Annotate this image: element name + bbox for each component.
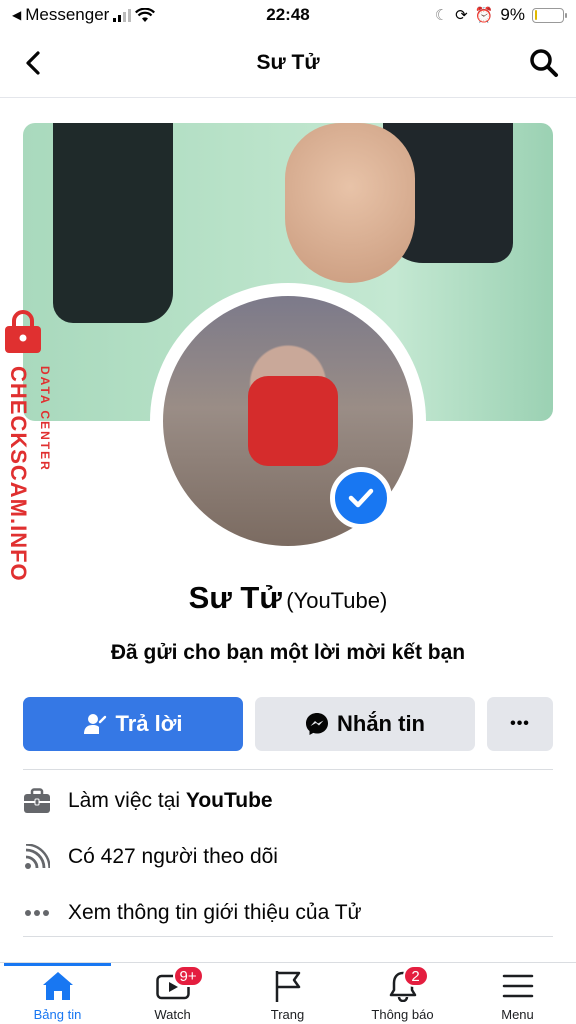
tab-pages[interactable]: Trang [230, 969, 345, 1024]
tab-label: Bảng tin [33, 1007, 82, 1022]
friend-request-text: Đã gửi cho bạn một lời mời kết bạn [110, 641, 466, 664]
message-button[interactable]: Nhắn tin [255, 697, 475, 751]
lock-icon [5, 310, 41, 353]
followers-text: Có 427 người theo dõi [68, 845, 278, 868]
tab-label: Trang [270, 1007, 305, 1022]
battery-percent: 9% [500, 5, 525, 24]
reply-label: Trả lời [115, 711, 183, 736]
moon-icon: ☾ [434, 7, 449, 24]
more-options-button[interactable]: ••• [487, 697, 553, 751]
more-dots-icon: ••• [510, 715, 530, 732]
info-work: Làm việc tại YouTube [23, 781, 553, 821]
tab-label: Menu [501, 1007, 534, 1022]
profile-name: Sư Tử [188, 580, 282, 615]
rss-followers-icon [23, 843, 51, 871]
briefcase-icon [23, 787, 51, 815]
message-label: Nhắn tin [337, 711, 425, 736]
watermark: CHECKSCAM.INFO DATA CENTER [3, 308, 63, 588]
person-reply-icon [83, 714, 107, 734]
status-bar: ◀ Messenger 22:48 ☾ ⟳ ⏰ 9% [0, 0, 576, 30]
divider [23, 769, 553, 770]
notifications-badge: 2 [402, 965, 429, 987]
watch-badge: 9+ [172, 965, 204, 987]
info-about[interactable]: Xem thông tin giới thiệu của Tử [23, 893, 553, 933]
search-icon [530, 49, 558, 77]
profile-name-line: Sư Tử (YouTube) [0, 580, 576, 616]
flag-icon [268, 969, 308, 1003]
tab-label: Thông báo [371, 1007, 434, 1022]
menu-icon [498, 969, 538, 1003]
verified-badge-icon [330, 467, 392, 529]
tab-menu[interactable]: Menu [460, 969, 575, 1024]
messenger-icon [306, 713, 328, 735]
tab-notifications[interactable]: 2 Thông báo [345, 965, 460, 1024]
watermark-subtitle: DATA CENTER [38, 366, 52, 472]
search-button[interactable] [528, 47, 560, 79]
alarm-icon: ⏰ [474, 7, 494, 24]
watch-icon: 9+ [153, 965, 204, 1003]
battery-icon [532, 7, 567, 23]
work-place[interactable]: YouTube [186, 789, 273, 813]
rotation-lock-icon: ⟳ [455, 7, 468, 24]
bottom-navigation: Bảng tin 9+ Watch Trang 2 Thông báo Menu [0, 962, 576, 1024]
tab-watch[interactable]: 9+ Watch [115, 965, 230, 1024]
reply-button[interactable]: Trả lời [23, 697, 243, 751]
more-horizontal-icon [23, 899, 51, 927]
page-title: Sư Tử [256, 51, 320, 74]
divider [23, 936, 553, 937]
home-icon [38, 969, 78, 1003]
watermark-brand: CHECKSCAM.INFO [6, 366, 31, 582]
work-prefix: Làm việc tại [68, 789, 181, 812]
profile-name-suffix: (YouTube) [286, 588, 388, 613]
bell-icon: 2 [383, 965, 429, 1003]
tab-label: Watch [154, 1007, 191, 1022]
profile-picture-frame [150, 283, 426, 559]
about-text: Xem thông tin giới thiệu của Tử [68, 901, 362, 924]
info-followers[interactable]: Có 427 người theo dõi [23, 837, 553, 877]
tab-home[interactable]: Bảng tin [0, 969, 115, 1024]
profile-header: Sư Tử [0, 32, 576, 98]
active-tab-indicator [4, 963, 111, 966]
